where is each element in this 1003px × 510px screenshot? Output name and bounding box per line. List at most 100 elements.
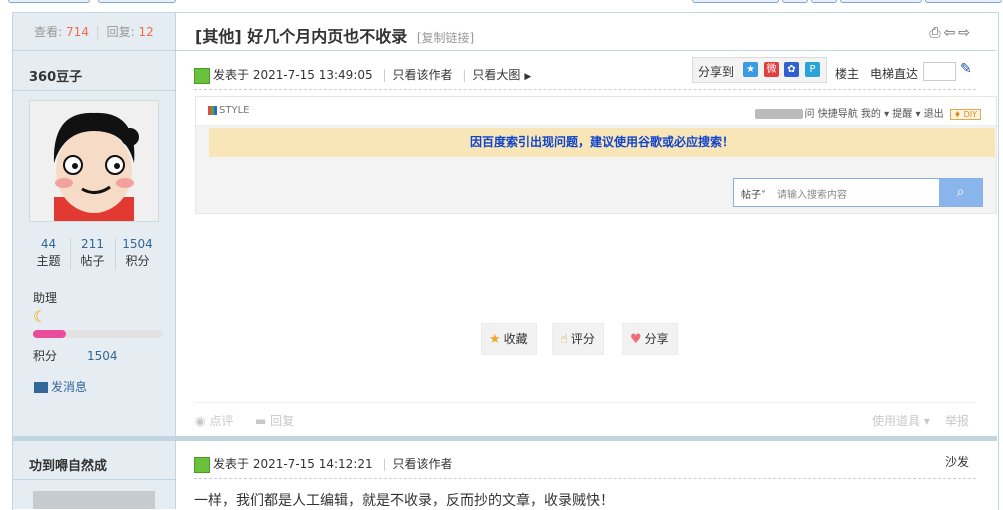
stat-points-label: 积分 [125,254,150,268]
share-label: 分享 [644,332,669,346]
author-divider [13,479,175,480]
share-box: 分享到 ★ 微 ✿ P [692,57,827,83]
favorite-button[interactable]: ★ 收藏 [481,323,537,355]
level-progress-bar [33,330,163,338]
top-button-right-4[interactable] [840,0,922,3]
baidu-share-icon[interactable]: ✿ [784,62,799,77]
floor-label: 楼主 [835,67,860,81]
pengyou-share-icon[interactable]: P [805,62,820,77]
reply-label: 回复 [270,414,295,428]
envelope-icon [34,382,48,393]
top-button-right-2[interactable] [782,0,808,3]
screenshot-nav-4: 退出 [923,109,944,120]
comment-icon: ◉ [195,414,206,428]
user-points: 积分 1504 [33,347,118,364]
blurred-username [754,109,803,119]
print-icon[interactable]: ⎙ [929,25,943,41]
stat-threads[interactable]: 44 主题 [27,236,70,270]
stat-points[interactable]: 1504 积分 [116,236,159,270]
heart-icon: ♥ [630,332,642,347]
thread-title-text: 好几个月内页也不收录 [247,27,408,46]
send-message-label: 发消息 [51,380,88,394]
copy-link-button[interactable]: [复制链接] [417,31,474,45]
thread-stats: 查看: 714 | 回复: 12 [13,13,175,51]
screenshot-search-scope-text: 帖子 [741,190,761,201]
reply-button[interactable]: ▬ 回复 [255,412,294,429]
top-button-left-1[interactable] [8,0,90,3]
replies-count: 12 [138,25,154,39]
post1-author-name[interactable]: 360豆子 [29,66,82,85]
comment-button[interactable]: ◉ 点评 [195,412,233,429]
screenshot-nav-2: 我的 [860,109,881,120]
footer-divider [195,402,975,403]
stat-threads-label: 主题 [36,254,61,268]
top-toolbar [0,0,1003,3]
screenshot-search-placeholder: 请输入搜索内容 [777,190,847,201]
post2-author-name[interactable]: 功到嘚自然成 [29,455,107,474]
jump-go-icon[interactable]: ✎ [960,61,972,77]
screenshot-nav-3: 提醒 [892,109,913,120]
points-value: 1504 [87,349,118,363]
triangle-right-icon: ▶ [524,72,532,82]
screenshot-search: 帖子˅ 请输入搜索内容 ⌕ [733,178,983,207]
meta-divider [194,89,976,90]
level-progress-fill [33,330,66,338]
search-icon: ⌕ [939,179,982,206]
embedded-screenshot: STYLE 问 快捷导航 我的 ▾ 提醒 ▾ 退出 ♦ DIY 因百度索引出现问… [195,96,997,214]
big-image-link[interactable]: 只看大图 [472,68,520,82]
use-tool-button[interactable]: 使用道具 ▾ [872,412,930,429]
floor-jump-input[interactable] [923,62,956,81]
stat-posts-label: 帖子 [80,254,105,268]
share-button[interactable]: ♥ 分享 [622,323,678,355]
only-author-link[interactable]: 只看该作者 [393,457,453,471]
post2-timestamp: 发表于 2021-7-15 14:12:21 [213,457,373,471]
rate-button[interactable]: ☝ 评分 [552,323,604,355]
avatar[interactable] [29,100,159,222]
views-label: 查看: [34,25,63,39]
post-separator [13,436,997,441]
screenshot-diy-badge: ♦ DIY [949,109,981,120]
post1-timestamp: 发表于 2021-7-15 13:49:05 [213,68,373,82]
screenshot-logo: STYLE [208,105,249,116]
user-rank[interactable]: 助理 [33,289,57,306]
top-button-right-1[interactable] [692,0,779,3]
stat-points-value: 1504 [122,237,153,251]
share-to-label: 分享到 [698,65,735,79]
title-tools: ⎙⇦⇨ [929,25,973,41]
thread-category[interactable]: [其他] [195,27,242,46]
qzone-share-icon[interactable]: ★ [743,62,758,77]
post1-meta: 发表于 2021-7-15 13:49:05 | 只看该作者 | 只看大图 ▶ [194,66,531,84]
screenshot-logo-text: STYLE [219,105,250,116]
stat-posts[interactable]: 211 帖子 [71,236,114,270]
send-message-link[interactable]: 发消息 [34,378,87,395]
post2-content: 一样，我们都是人工编辑，就是不收录，反而抄的文章，收录贼快！ [194,493,614,509]
weibo-share-icon[interactable]: 微 [764,62,779,77]
top-button-left-2[interactable] [98,0,176,3]
star-icon: ★ [489,332,501,347]
online-status-icon [194,456,210,473]
thread-title: [其他] 好几个月内页也不收录 [复制链接] [195,23,474,47]
top-button-right-5[interactable] [925,0,1002,3]
next-thread-icon[interactable]: ⇨ [958,25,973,41]
online-status-icon [194,67,210,84]
only-author-link[interactable]: 只看该作者 [393,68,453,82]
favorite-label: 收藏 [503,332,528,346]
top-button-right-3[interactable] [811,0,837,3]
points-label: 积分 [33,349,58,363]
screenshot-notice: 因百度索引出现问题，建议使用谷歌或必应搜索！ [209,128,995,157]
report-button[interactable]: 举报 [945,412,969,429]
avatar-image [30,101,158,221]
elevator-jump-label: 电梯直达 [870,67,919,81]
thumb-icon: ☝ [560,332,568,347]
prev-thread-icon[interactable]: ⇦ [944,25,959,41]
reply-icon: ▬ [255,414,267,428]
screenshot-header: STYLE 问 快捷导航 我的 ▾ 提醒 ▾ 退出 ♦ DIY [196,97,996,126]
moon-icon: ☾ [33,307,48,326]
avatar[interactable] [33,491,155,509]
meta-divider [194,478,976,479]
screenshot-nav-0: 问 [804,109,815,120]
screenshot-nav: 问 快捷导航 我的 ▾ 提醒 ▾ 退出 ♦ DIY [754,105,981,120]
screenshot-nav-1: 快捷导航 [817,109,858,120]
replies-label: 回复: [106,25,135,39]
screenshot-search-scope: 帖子˅ [741,190,766,201]
